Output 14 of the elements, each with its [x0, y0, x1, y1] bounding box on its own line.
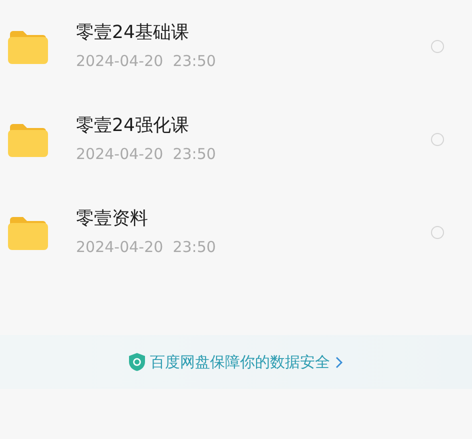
select-radio[interactable] — [431, 133, 444, 146]
folder-name[interactable]: 零壹24强化课 — [76, 112, 431, 136]
modified-date: 2024-04-20 23:50 — [76, 52, 217, 70]
folder-icon — [8, 216, 48, 250]
select-radio[interactable] — [431, 226, 444, 239]
shield-icon — [129, 353, 145, 371]
folder-name[interactable]: 零壹24基础课 — [76, 20, 431, 44]
modified-date: 2024-04-20 23:50 — [76, 144, 217, 162]
modified-date: 2024-04-20 23:50 — [76, 238, 217, 256]
folder-icon — [8, 122, 48, 156]
chevron-right-icon[interactable] — [335, 356, 343, 368]
select-radio[interactable] — [431, 40, 444, 53]
folder-icon — [8, 30, 48, 64]
folder-name[interactable]: 零壹资料 — [76, 206, 431, 230]
